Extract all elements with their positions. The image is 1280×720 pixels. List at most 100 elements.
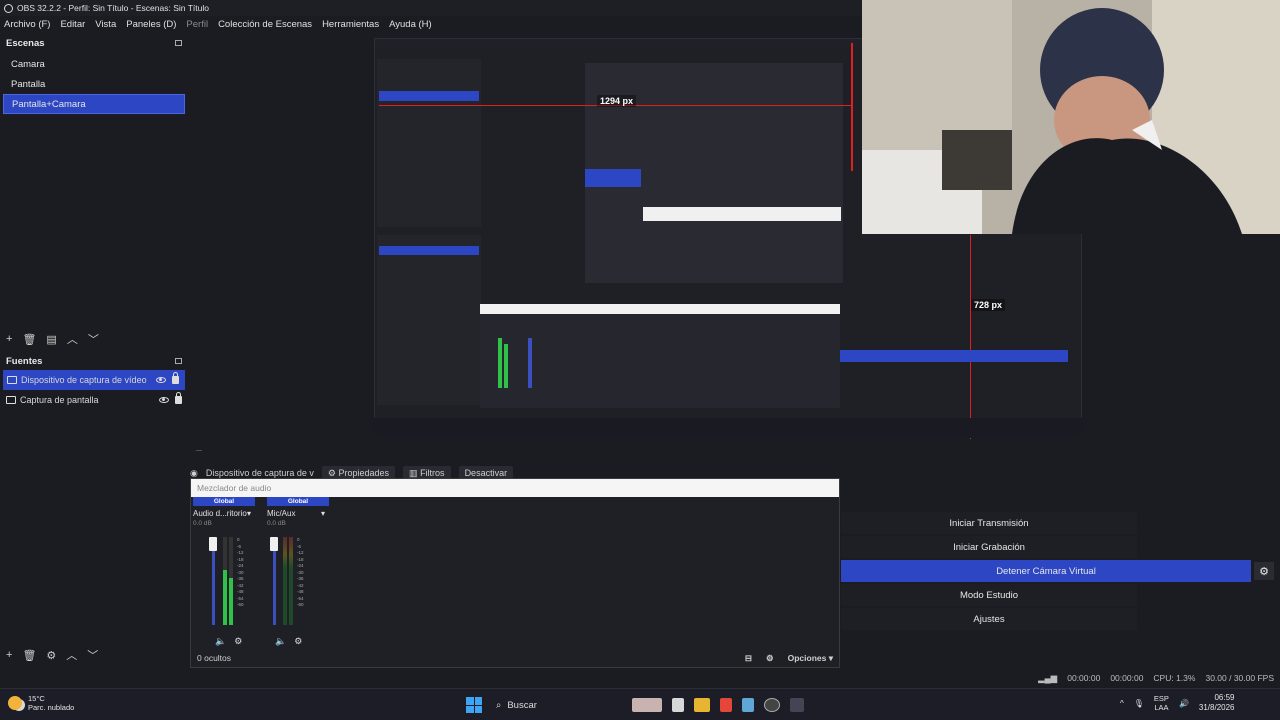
- scenes-toolbar: + 🗑 ▤ ︿ ﹀: [0, 330, 188, 348]
- undock-icon[interactable]: [175, 40, 182, 46]
- volume-fader-handle[interactable]: [209, 537, 217, 551]
- fps-counter: 30.00 / 30.00 FPS: [1205, 673, 1274, 683]
- undock-icon[interactable]: [175, 358, 182, 364]
- channel-settings-icon[interactable]: ⚙: [234, 636, 242, 647]
- controls-dock-header: [840, 492, 1280, 504]
- sources-title: Fuentes: [6, 355, 43, 367]
- lock-icon[interactable]: [172, 372, 179, 384]
- obs-logo-icon: [4, 3, 13, 13]
- remove-source-icon[interactable]: 🗑: [22, 649, 36, 662]
- menu-paneles[interactable]: Paneles (D): [126, 19, 176, 30]
- dropdown-icon[interactable]: ▾: [321, 509, 325, 518]
- scenes-title: Escenas: [6, 37, 45, 49]
- scene-item-pantalla[interactable]: Pantalla: [3, 74, 185, 94]
- source-label: Captura de pantalla: [20, 395, 99, 405]
- layout-toggle-icon[interactable]: ⊟: [745, 653, 752, 664]
- scene-filters-icon[interactable]: ▤: [46, 333, 56, 346]
- selected-source-label: Dispositivo de captura de v: [205, 468, 314, 478]
- start-streaming-button[interactable]: Iniciar Transmisión: [841, 512, 1137, 534]
- volume-icon[interactable]: 🔊: [1179, 699, 1189, 708]
- clock-time: 06:59: [1214, 693, 1235, 702]
- nested-controls-image: [840, 310, 1082, 406]
- move-up-icon[interactable]: ︿: [67, 331, 78, 347]
- tick: -48: [237, 589, 244, 594]
- weather-widget[interactable]: 15°C Parc. nublado: [8, 694, 74, 712]
- add-source-icon[interactable]: +: [6, 649, 12, 661]
- partly-cloudy-icon: [8, 696, 22, 710]
- options-button[interactable]: Opciones ▾: [788, 653, 833, 664]
- move-down-icon[interactable]: ﹀: [88, 331, 99, 347]
- scene-item-camara[interactable]: Camara: [3, 54, 185, 74]
- clock[interactable]: 06:59 31/8/2026: [1199, 693, 1235, 713]
- level-meter-right: [229, 578, 233, 625]
- nested-virtual-cam: [840, 350, 1068, 362]
- sources-toolbar: + 🗑 ⚙ ︿ ﹀: [0, 646, 188, 664]
- virtual-camera-settings-gear-icon[interactable]: ⚙: [1254, 562, 1274, 580]
- nested-mixer-title: [480, 304, 840, 314]
- studio-mode-button[interactable]: Modo Estudio: [841, 584, 1137, 606]
- move-down-icon[interactable]: ﹀: [87, 647, 98, 663]
- level-meter-right: [289, 537, 293, 625]
- speaker-icon[interactable]: 🔈: [275, 636, 286, 647]
- source-settings-icon[interactable]: ⚙: [46, 649, 56, 662]
- monitor-icon: [6, 396, 16, 404]
- nested-source-selected: [379, 246, 479, 255]
- menu-ayuda[interactable]: Ayuda (H): [389, 19, 432, 30]
- lock-icon[interactable]: [175, 392, 182, 404]
- brave-browser-icon[interactable]: [720, 698, 732, 712]
- menu-editar[interactable]: Editar: [60, 19, 85, 30]
- rec-time: 00:00:00: [1110, 673, 1144, 683]
- scene-item-pantalla-camara[interactable]: Pantalla+Camara: [3, 94, 185, 114]
- meter-ticks: 0 -6 -12 -18 -24 -30 -36 -42 -48 -54 -60: [237, 537, 244, 609]
- move-up-icon[interactable]: ︿: [66, 647, 77, 663]
- menu-vista[interactable]: Vista: [95, 19, 116, 30]
- channel-name[interactable]: Audio d...ritorio ▾: [193, 509, 255, 518]
- tick: -36: [237, 576, 244, 581]
- tick: -24: [297, 563, 304, 568]
- weather-text: 15°C Parc. nublado: [28, 694, 74, 712]
- stream-time: 00:00:00: [1067, 673, 1101, 683]
- steam-icon[interactable]: [742, 698, 754, 712]
- obs-taskbar-icon[interactable]: [764, 698, 780, 712]
- source-item-screen-capture[interactable]: Captura de pantalla: [0, 390, 188, 410]
- settings-button[interactable]: Ajustes: [841, 608, 1137, 630]
- start-recording-button[interactable]: Iniciar Grabación: [841, 536, 1137, 558]
- volume-fader-handle[interactable]: [270, 537, 278, 551]
- add-scene-icon[interactable]: +: [6, 333, 12, 345]
- task-view-icon[interactable]: [672, 698, 684, 712]
- zoom-indicator[interactable]: —: [196, 448, 202, 454]
- dropdown-icon[interactable]: ▾: [247, 509, 251, 518]
- visibility-eye-icon[interactable]: [159, 397, 169, 403]
- nested-meter: [504, 344, 508, 388]
- microphone-icon[interactable]: 🎙: [1134, 699, 1144, 708]
- taskbar-search[interactable]: ⌕ Buscar: [492, 694, 622, 716]
- visibility-eye-icon[interactable]: [156, 377, 166, 383]
- options-label: Opciones: [787, 652, 827, 663]
- scene-label: Pantalla+Camara: [12, 98, 86, 110]
- webcam-scene: [862, 0, 1280, 234]
- menu-coleccion-escenas[interactable]: Colección de Escenas: [218, 19, 312, 30]
- channel-desktop-audio: Global Audio d...ritorio ▾ 0.0 dB 0 -6 -12-…: [193, 497, 255, 647]
- speaker-icon[interactable]: 🔈: [215, 636, 226, 647]
- language-indicator[interactable]: ESP LAA: [1154, 694, 1169, 712]
- menu-perfil[interactable]: Perfil: [186, 19, 208, 30]
- channel-settings-icon[interactable]: ⚙: [294, 636, 302, 647]
- taskbar-center: ⌕ Buscar: [466, 694, 804, 716]
- channel-global-badge: Global: [267, 497, 329, 506]
- nested-meter: [498, 338, 502, 388]
- chevron-up-icon[interactable]: ^: [1120, 699, 1124, 708]
- widget-pill-icon[interactable]: [632, 698, 662, 712]
- preview-zoom-row: —: [196, 446, 596, 456]
- menu-herramientas[interactable]: Herramientas: [322, 19, 379, 30]
- nested-taskbar-image: [374, 418, 1082, 438]
- remove-scene-icon[interactable]: 🗑: [22, 333, 36, 346]
- channel-name[interactable]: Mic/Aux ▾: [267, 509, 329, 518]
- file-explorer-icon[interactable]: [694, 698, 710, 712]
- stop-virtual-camera-button[interactable]: Detener Cámara Virtual: [841, 560, 1251, 582]
- sources-dock: Fuentes Dispositivo de captura de vídeo …: [0, 352, 188, 668]
- windows-start-icon[interactable]: [466, 697, 482, 713]
- source-item-video-capture[interactable]: Dispositivo de captura de vídeo: [3, 370, 185, 390]
- menu-archivo[interactable]: Archivo (F): [4, 19, 50, 30]
- advanced-audio-icon[interactable]: ⚙: [766, 653, 774, 664]
- app-taskbar-icon[interactable]: [790, 698, 804, 712]
